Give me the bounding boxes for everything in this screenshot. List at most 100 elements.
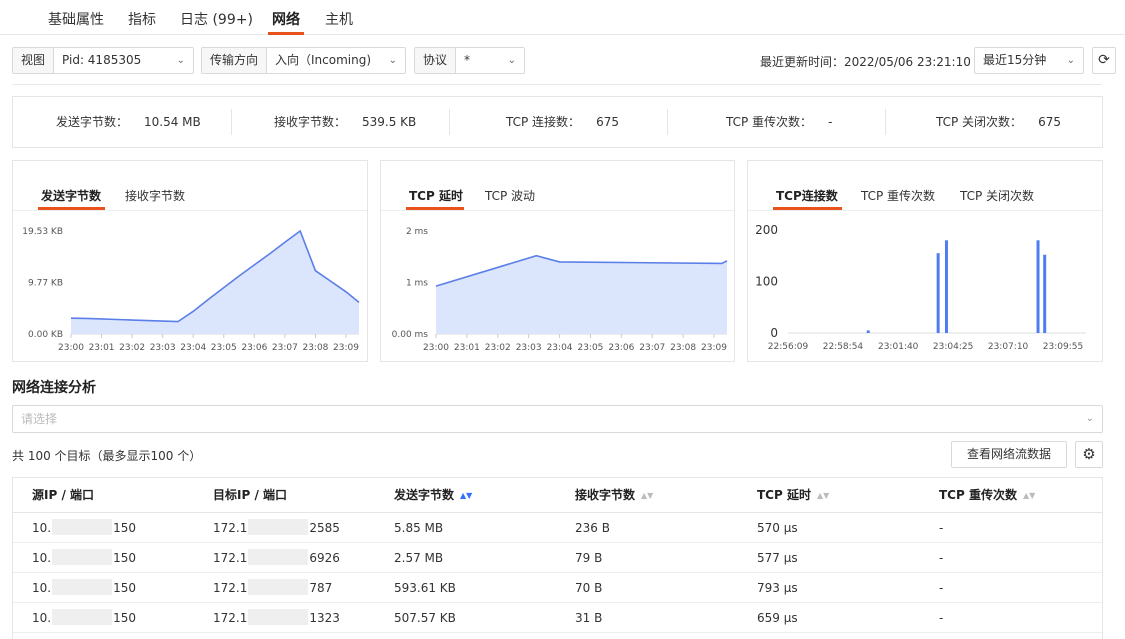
tcp-latency-chart: 2 ms 1 ms 0.00 ms 23:00 23:01 23:02 23:03 23:04… (392, 227, 728, 353)
table-row[interactable]: 10. 150 172.1 1323 507.57 KB 31 B 659 µs - (13, 603, 1102, 633)
target-ip-cell: 172.1 2585 (213, 513, 340, 543)
tab-tcp-connections[interactable]: TCP连接数 (776, 187, 838, 204)
view-flow-data-button[interactable]: 查看网络流数据 (951, 441, 1067, 468)
sort-icon[interactable]: ▲▼ (641, 491, 653, 500)
port-suffix: 2585 (309, 521, 340, 535)
source-ip-cell: 10. 150 (32, 513, 136, 543)
time-range-select[interactable]: 最近15分钟 ⌄ (974, 47, 1084, 74)
ip-prefix: 10. (32, 611, 52, 625)
chevron-down-icon: ⌄ (1085, 413, 1094, 424)
ip-suffix: 150 (113, 611, 136, 625)
time-range-text: 最近15分钟 (983, 53, 1047, 67)
sort-icon[interactable]: ▲▼ (1023, 491, 1035, 500)
tab-basic-attributes[interactable]: 基础属性 (48, 9, 104, 29)
tab-logs[interactable]: 日志 (99+) (180, 9, 253, 29)
gear-icon: ⚙ (1082, 445, 1096, 463)
top-tab-bar: 基础属性 指标 日志 (99+) 网络 主机 (0, 0, 1125, 35)
tab-tcp-close[interactable]: TCP 关闭次数 (960, 187, 1034, 204)
tab-tcp-jitter[interactable]: TCP 波动 (485, 187, 535, 204)
view-select-label: 视图 (13, 48, 55, 73)
bar (944, 240, 948, 333)
chevron-down-icon: ⌄ (176, 55, 185, 66)
column-header-retrans[interactable]: TCP 重传次数 ▲▼ (939, 478, 1035, 513)
y-tick-label: 19.53 KB (22, 227, 63, 237)
stat-value: 675 (596, 115, 619, 129)
column-header-recv[interactable]: 接收字节数 ▲▼ (575, 478, 653, 513)
protocol-select-value[interactable]: * ⌄ (456, 48, 524, 73)
table-row[interactable]: 10. 150 172.1 787 593.61 KB 70 B 793 µs - (13, 573, 1102, 603)
recv-cell: 236 B (575, 521, 610, 535)
column-header-latency[interactable]: TCP 延时 ▲▼ (757, 478, 829, 513)
port-suffix: 787 (309, 581, 333, 595)
sort-desc-icon[interactable]: ▲▼ (460, 491, 472, 500)
target-count: 共 100 个目标（最多显示100 个） (12, 449, 202, 463)
ip-suffix: 150 (113, 581, 136, 595)
x-tick-label: 23:03 (150, 343, 176, 353)
column-header-sent[interactable]: 发送字节数 ▲▼ (394, 478, 472, 513)
tab-sent-bytes[interactable]: 发送字节数 (41, 187, 101, 204)
latency-cell: 577 µs (757, 551, 798, 565)
redaction-mask (248, 549, 309, 565)
y-tick-label: 100 (755, 275, 778, 289)
x-tick-label: 23:05 (577, 343, 603, 353)
stat-divider (231, 109, 232, 135)
view-select[interactable]: 视图 Pid: 4185305 ⌄ (12, 47, 194, 74)
tab-tcp-retrans[interactable]: TCP 重传次数 (861, 187, 935, 204)
x-tick-label: 23:00 (423, 343, 449, 353)
protocol-select-label: 协议 (415, 48, 457, 73)
column-header-source[interactable]: 源IP / 端口 (32, 478, 94, 513)
stat-sent-bytes: 发送字节数： 10.54 MB (56, 97, 201, 147)
x-tick-label: 23:04 (547, 343, 573, 353)
tab-metrics[interactable]: 指标 (128, 9, 156, 29)
chevron-down-icon: ⌄ (388, 55, 397, 66)
last-updated-label: 最近更新时间：2022/05/06 23:21:10 (760, 55, 971, 69)
sent-cell: 5.85 MB (394, 521, 444, 535)
x-tick-label: 23:04:25 (933, 342, 973, 352)
tab-tcp-latency[interactable]: TCP 延时 (409, 187, 463, 204)
series-area (71, 231, 359, 334)
series-area (436, 255, 727, 334)
x-tick-label: 23:07 (272, 343, 298, 353)
settings-button[interactable]: ⚙ (1075, 441, 1103, 468)
source-ip-cell: 10. 150 (32, 543, 136, 573)
tcp-connections-chart: 200 100 0 22:56:09 22:58:54 23:01:40 23:04:25 2… (755, 223, 1086, 352)
direction-select-value[interactable]: 入向（Incoming) ⌄ (267, 48, 405, 73)
sent-cell: 2.57 MB (394, 551, 444, 565)
protocol-select[interactable]: 协议 * ⌄ (414, 47, 525, 74)
refresh-button[interactable]: ⟳ (1092, 47, 1116, 74)
retrans-cell: - (939, 611, 944, 625)
column-header-target[interactable]: 目标IP / 端口 (213, 478, 287, 513)
x-tick-label: 23:09:55 (1043, 342, 1083, 352)
chevron-down-icon: ⌄ (1066, 55, 1075, 66)
stats-bar: 发送字节数： 10.54 MB 接收字节数： 539.5 KB TCP 连接数： 67… (12, 96, 1103, 148)
sort-icon[interactable]: ▲▼ (817, 491, 829, 500)
x-tick-label: 23:04 (180, 343, 206, 353)
table-row[interactable]: 10. 150 172.1 2585 5.85 MB 236 B 570 µs - (13, 513, 1102, 543)
chevron-down-icon: ⌄ (507, 55, 516, 66)
stat-value: - (828, 115, 833, 129)
active-tab-indicator (773, 207, 842, 210)
panel-tabs: TCP 延时 TCP 波动 (381, 161, 734, 211)
table-row[interactable]: 10. 150 172.1 6926 2.57 MB 79 B 577 µs - (13, 543, 1102, 573)
connections-table: 源IP / 端口 目标IP / 端口 发送字节数 ▲▼ 接收字节数 ▲▼ TCP 延… (12, 477, 1103, 639)
tab-network[interactable]: 网络 (272, 9, 300, 29)
source-ip-cell: 10. 150 (32, 573, 136, 603)
tab-recv-bytes[interactable]: 接收字节数 (125, 187, 185, 204)
x-tick-label: 23:02 (485, 343, 511, 353)
ip-prefix: 10. (32, 581, 52, 595)
stat-divider (667, 109, 668, 135)
direction-select[interactable]: 传输方向 入向（Incoming) ⌄ (201, 47, 406, 74)
target-select[interactable]: 请选择 ⌄ (12, 405, 1103, 433)
redaction-mask (52, 549, 113, 565)
x-tick-label: 23:05 (211, 343, 237, 353)
redaction-mask (52, 519, 113, 535)
panel-tabs: 发送字节数 接收字节数 (13, 161, 367, 211)
time-range-value[interactable]: 最近15分钟 ⌄ (975, 48, 1083, 73)
x-tick-label: 23:06 (241, 343, 267, 353)
ip-prefix: 172.1 (213, 611, 248, 625)
tab-host[interactable]: 主机 (325, 9, 353, 29)
retrans-cell: - (939, 581, 944, 595)
latency-cell: 570 µs (757, 521, 798, 535)
view-select-value[interactable]: Pid: 4185305 ⌄ (54, 48, 193, 73)
y-tick-label: 200 (755, 223, 778, 237)
